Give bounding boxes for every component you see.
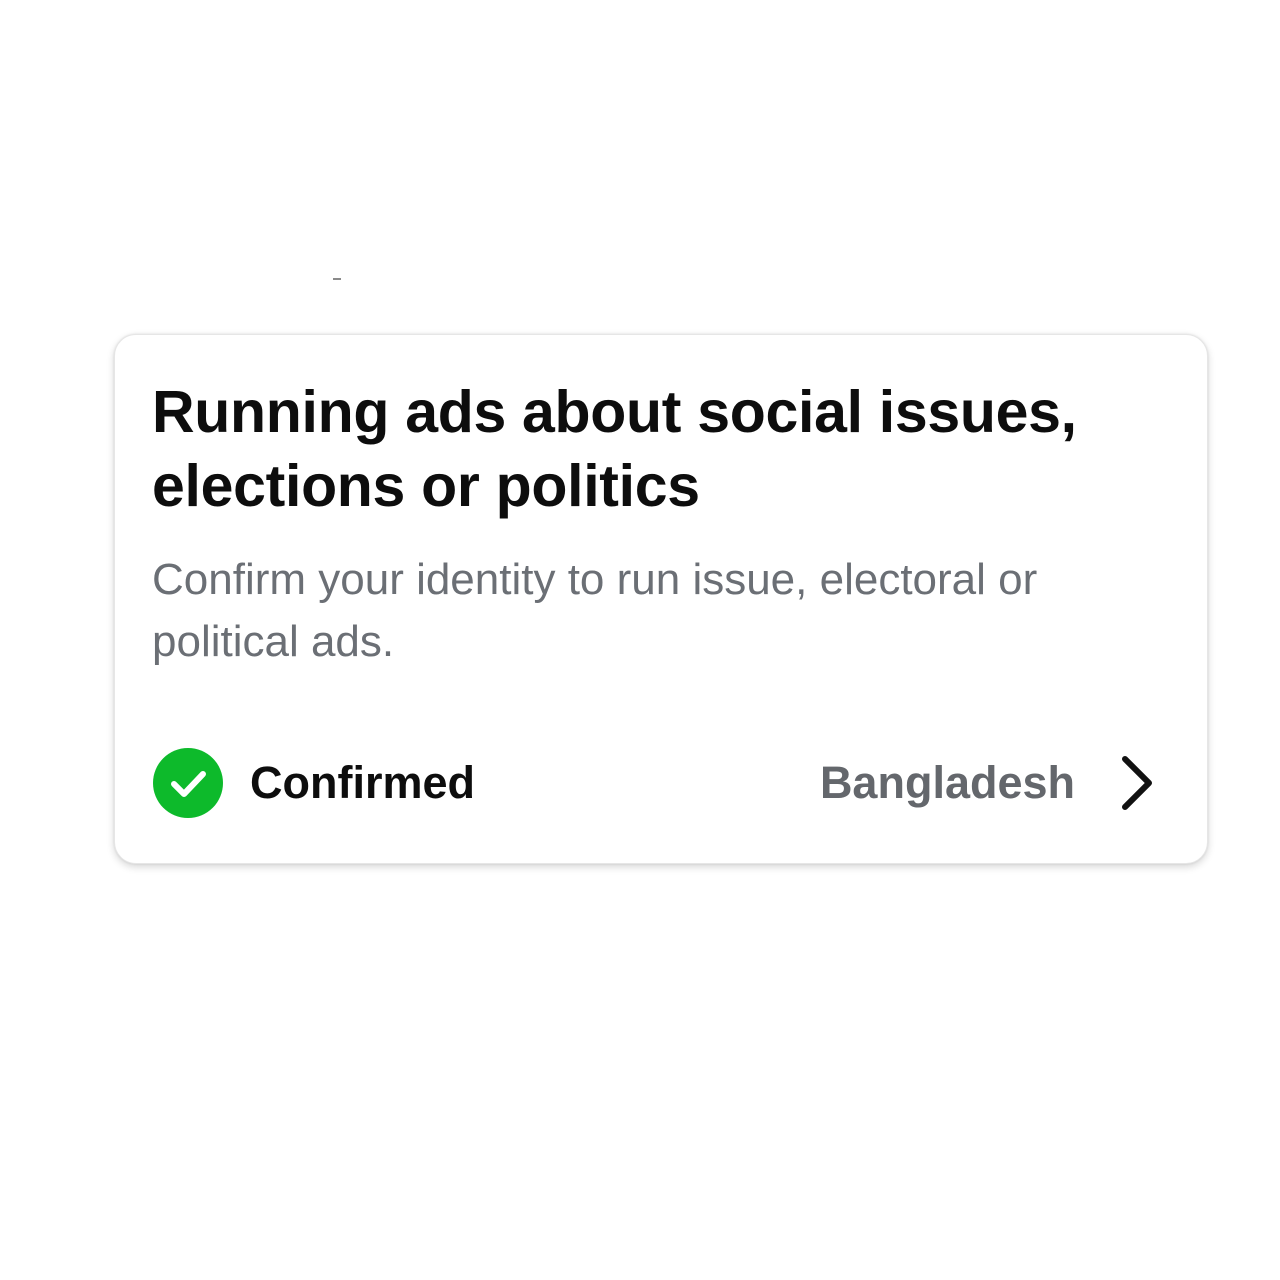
country-group: Bangladesh bbox=[820, 753, 1155, 813]
card-title: Running ads about social issues, electio… bbox=[152, 379, 1077, 519]
chevron-right-icon[interactable] bbox=[1119, 753, 1155, 813]
status-group: Confirmed bbox=[152, 747, 475, 819]
political-ads-card: Running ads about social issues, electio… bbox=[114, 334, 1208, 864]
card-description: Confirm your identity to run issue, elec… bbox=[152, 555, 1038, 666]
status-label: Confirmed bbox=[250, 757, 475, 808]
page: Running ads about social issues, electio… bbox=[0, 0, 1280, 1280]
country-label: Bangladesh bbox=[819, 757, 1075, 808]
authorization-status-row[interactable]: Confirmed Bangladesh bbox=[152, 743, 1155, 823]
check-circle-icon bbox=[153, 748, 223, 818]
divider bbox=[333, 278, 341, 280]
